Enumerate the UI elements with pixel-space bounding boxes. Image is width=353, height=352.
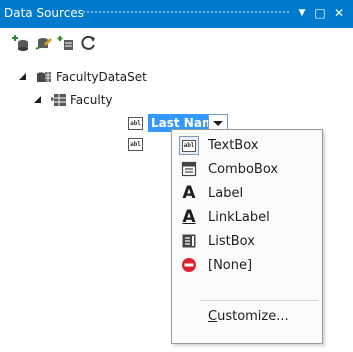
expanded-arrow-icon[interactable] xyxy=(19,73,26,80)
tree-node-table[interactable]: Faculty xyxy=(0,91,353,109)
textbox-field-icon: abl xyxy=(128,117,143,130)
menu-item-label-control[interactable]: A Label xyxy=(176,182,318,205)
dataset-icon xyxy=(36,69,52,85)
menu-item-label: ListBox xyxy=(208,234,255,249)
menu-separator xyxy=(200,300,318,301)
refresh-icon[interactable] xyxy=(80,34,98,52)
data-sources-panel: Data Sources ▼ □ ✕ FacultyDataSet Facult… xyxy=(0,0,353,352)
label-icon: A xyxy=(182,183,196,203)
menu-item-linklabel[interactable]: A LinkLabel xyxy=(176,206,318,229)
datatable-icon xyxy=(51,92,67,108)
expanded-arrow-icon[interactable] xyxy=(34,96,41,103)
listbox-icon xyxy=(180,233,198,250)
textbox-icon: abl xyxy=(179,136,199,155)
table-label: Faculty xyxy=(70,93,113,107)
panel-title: Data Sources xyxy=(4,6,84,20)
linklabel-icon: A xyxy=(182,207,196,227)
close-icon[interactable]: ✕ xyxy=(331,4,347,22)
panel-title-bar[interactable]: Data Sources ▼ □ ✕ xyxy=(0,0,353,28)
window-position-menu-icon[interactable]: ▼ xyxy=(294,4,310,22)
menu-item-label: Label xyxy=(208,186,244,201)
dataset-label: FacultyDataSet xyxy=(56,70,147,84)
configure-dataset-icon[interactable] xyxy=(57,34,75,52)
none-icon xyxy=(180,257,198,274)
title-grip[interactable] xyxy=(82,10,291,15)
control-type-menu: abl TextBox ComboBox A Label A LinkLabel xyxy=(171,129,323,344)
menu-item-combobox[interactable]: ComboBox xyxy=(176,158,318,181)
menu-item-textbox[interactable]: abl TextBox xyxy=(176,134,318,157)
maximize-icon[interactable]: □ xyxy=(312,4,328,22)
add-data-source-icon[interactable] xyxy=(12,34,30,52)
customize-label: Customize... xyxy=(208,309,289,324)
textbox-field-icon: abl xyxy=(128,138,143,151)
edit-dataset-icon[interactable] xyxy=(35,34,53,52)
menu-item-label: [None] xyxy=(208,258,253,273)
toolbar xyxy=(0,30,353,56)
menu-item-label: LinkLabel xyxy=(208,210,270,225)
menu-item-customize[interactable]: Customize... xyxy=(176,305,318,328)
menu-item-label: TextBox xyxy=(208,138,259,153)
menu-item-none[interactable]: [None] xyxy=(176,254,318,277)
combobox-icon xyxy=(180,161,198,178)
menu-item-listbox[interactable]: ListBox xyxy=(176,230,318,253)
menu-item-label: ComboBox xyxy=(208,162,279,177)
tree-node-dataset[interactable]: FacultyDataSet xyxy=(0,68,353,86)
